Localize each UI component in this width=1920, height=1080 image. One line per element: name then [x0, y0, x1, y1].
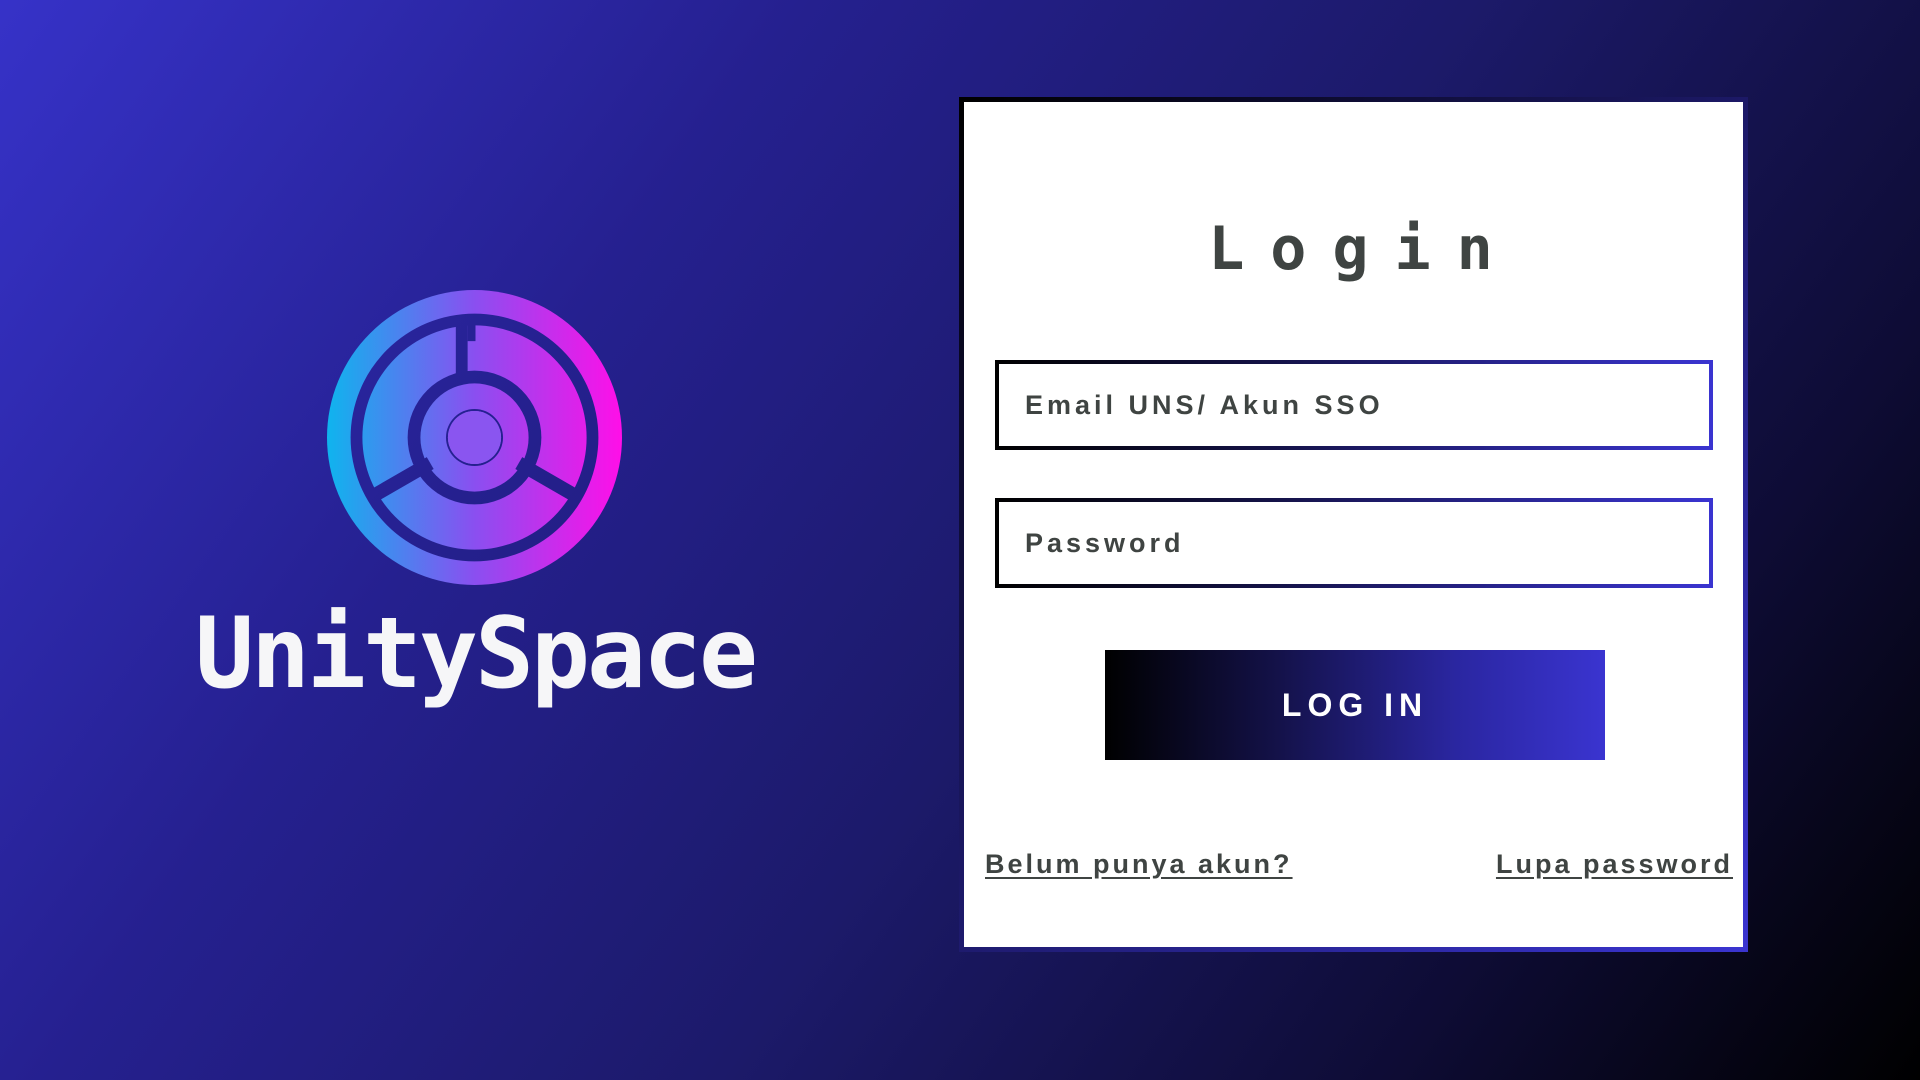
forgot-password-link[interactable]: Lupa password: [1496, 849, 1733, 880]
brand-name: UnitySpace: [194, 597, 758, 711]
email-field[interactable]: [995, 360, 1713, 450]
brand-section: UnitySpace: [160, 290, 790, 730]
login-button[interactable]: LOG IN: [1105, 650, 1605, 760]
login-card: Login LOG IN Belum punya akun? Lupa pass…: [959, 97, 1748, 952]
password-field[interactable]: [995, 498, 1713, 588]
register-link[interactable]: Belum punya akun?: [985, 849, 1293, 880]
login-title: Login: [1208, 214, 1519, 284]
unityspace-logo-icon: [327, 290, 622, 585]
email-input[interactable]: [999, 364, 1709, 446]
password-input[interactable]: [999, 502, 1709, 584]
